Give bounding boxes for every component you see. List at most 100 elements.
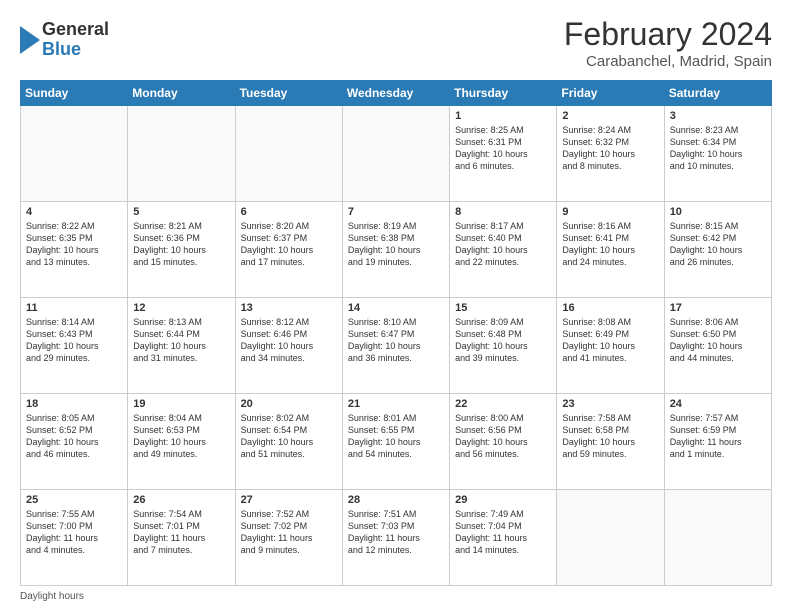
week-row-5: 25Sunrise: 7:55 AM Sunset: 7:00 PM Dayli…: [21, 490, 772, 586]
day-info: Sunrise: 8:01 AM Sunset: 6:55 PM Dayligh…: [348, 412, 444, 461]
day-info: Sunrise: 8:17 AM Sunset: 6:40 PM Dayligh…: [455, 220, 551, 269]
day-info: Sunrise: 7:52 AM Sunset: 7:02 PM Dayligh…: [241, 508, 337, 557]
header: General Blue February 2024 Carabanchel, …: [20, 16, 772, 70]
day-cell-15: 15Sunrise: 8:09 AM Sunset: 6:48 PM Dayli…: [450, 298, 557, 394]
day-number: 17: [670, 302, 766, 314]
day-info: Sunrise: 8:08 AM Sunset: 6:49 PM Dayligh…: [562, 316, 658, 365]
day-info: Sunrise: 8:05 AM Sunset: 6:52 PM Dayligh…: [26, 412, 122, 461]
day-info: Sunrise: 7:55 AM Sunset: 7:00 PM Dayligh…: [26, 508, 122, 557]
day-cell-22: 22Sunrise: 8:00 AM Sunset: 6:56 PM Dayli…: [450, 394, 557, 490]
day-cell-26: 26 Sunrise: 7:54 AM Sunset: 7:01 PM Dayli…: [128, 490, 235, 586]
day-info: Sunrise: 8:13 AM Sunset: 6:44 PM Dayligh…: [133, 316, 229, 365]
day-info: Sunrise: 8:02 AM Sunset: 6:54 PM Dayligh…: [241, 412, 337, 461]
logo-blue: Blue: [42, 40, 109, 60]
day-number: 5: [133, 206, 229, 218]
col-header-friday: Friday: [557, 81, 664, 106]
day-number: 8: [455, 206, 551, 218]
day-info: Sunrise: 7:57 AM Sunset: 6:59 PM Dayligh…: [670, 412, 766, 461]
day-info: Sunrise: 8:20 AM Sunset: 6:37 PM Dayligh…: [241, 220, 337, 269]
day-cell-2: 2 Sunrise: 8:24 AM Sunset: 6:32 PM Daylig…: [557, 106, 664, 202]
empty-cell: [557, 490, 664, 586]
day-number: 13: [241, 302, 337, 314]
col-header-sunday: Sunday: [21, 81, 128, 106]
week-row-3: 11 Sunrise: 8:14 AM Sunset: 6:43 PM Dayli…: [21, 298, 772, 394]
day-info: Sunrise: 7:58 AM Sunset: 6:58 PM Dayligh…: [562, 412, 658, 461]
page: General Blue February 2024 Carabanchel, …: [0, 0, 792, 612]
day-number: 18: [26, 398, 122, 410]
day-info: Sunrise: 8:14 AM Sunset: 6:43 PM Dayligh…: [26, 316, 122, 365]
day-number: 21: [348, 398, 444, 410]
day-cell-9: 9Sunrise: 8:16 AM Sunset: 6:41 PM Daylig…: [557, 202, 664, 298]
col-header-saturday: Saturday: [664, 81, 771, 106]
day-number: 27: [241, 494, 337, 506]
day-cell-17: 17 Sunrise: 8:06 AM Sunset: 6:50 PM Dayli…: [664, 298, 771, 394]
day-number: 16: [562, 302, 658, 314]
day-number: 14: [348, 302, 444, 314]
day-cell-3: 3 Sunrise: 8:23 AM Sunset: 6:34 PM Daylig…: [664, 106, 771, 202]
empty-cell: [342, 106, 449, 202]
empty-cell: [128, 106, 235, 202]
day-cell-13: 13 Sunrise: 8:12 AM Sunset: 6:46 PM Dayli…: [235, 298, 342, 394]
empty-cell: [235, 106, 342, 202]
day-info: Sunrise: 8:22 AM Sunset: 6:35 PM Dayligh…: [26, 220, 122, 269]
main-title: February 2024: [564, 16, 772, 53]
col-header-wednesday: Wednesday: [342, 81, 449, 106]
day-info: Sunrise: 8:00 AM Sunset: 6:56 PM Dayligh…: [455, 412, 551, 461]
day-info: Sunrise: 8:15 AM Sunset: 6:42 PM Dayligh…: [670, 220, 766, 269]
day-cell-25: 25Sunrise: 7:55 AM Sunset: 7:00 PM Dayli…: [21, 490, 128, 586]
day-number: 11: [26, 302, 122, 314]
day-number: 28: [348, 494, 444, 506]
day-info: Sunrise: 8:25 AM Sunset: 6:31 PM Dayligh…: [455, 124, 551, 173]
day-info: Sunrise: 8:10 AM Sunset: 6:47 PM Dayligh…: [348, 316, 444, 365]
day-cell-19: 19 Sunrise: 8:04 AM Sunset: 6:53 PM Dayli…: [128, 394, 235, 490]
day-cell-27: 27 Sunrise: 7:52 AM Sunset: 7:02 PM Dayli…: [235, 490, 342, 586]
day-cell-29: 29 Sunrise: 7:49 AM Sunset: 7:04 PM Dayli…: [450, 490, 557, 586]
day-cell-4: 4Sunrise: 8:22 AM Sunset: 6:35 PM Daylig…: [21, 202, 128, 298]
logo-general: General: [42, 20, 109, 40]
empty-cell: [664, 490, 771, 586]
day-info: Sunrise: 7:49 AM Sunset: 7:04 PM Dayligh…: [455, 508, 551, 557]
day-info: Sunrise: 8:21 AM Sunset: 6:36 PM Dayligh…: [133, 220, 229, 269]
day-info: Sunrise: 8:16 AM Sunset: 6:41 PM Dayligh…: [562, 220, 658, 269]
day-number: 15: [455, 302, 551, 314]
day-cell-10: 10 Sunrise: 8:15 AM Sunset: 6:42 PM Dayli…: [664, 202, 771, 298]
day-info: Sunrise: 7:51 AM Sunset: 7:03 PM Dayligh…: [348, 508, 444, 557]
calendar-header-row: SundayMondayTuesdayWednesdayThursdayFrid…: [21, 81, 772, 106]
day-cell-7: 7Sunrise: 8:19 AM Sunset: 6:38 PM Daylig…: [342, 202, 449, 298]
col-header-monday: Monday: [128, 81, 235, 106]
empty-cell: [21, 106, 128, 202]
day-cell-23: 23Sunrise: 7:58 AM Sunset: 6:58 PM Dayli…: [557, 394, 664, 490]
day-cell-5: 5 Sunrise: 8:21 AM Sunset: 6:36 PM Daylig…: [128, 202, 235, 298]
day-number: 7: [348, 206, 444, 218]
day-cell-1: 1 Sunrise: 8:25 AM Sunset: 6:31 PM Daylig…: [450, 106, 557, 202]
logo-text: General Blue: [42, 20, 109, 60]
day-number: 1: [455, 110, 551, 122]
day-number: 12: [133, 302, 229, 314]
day-number: 29: [455, 494, 551, 506]
week-row-4: 18 Sunrise: 8:05 AM Sunset: 6:52 PM Dayli…: [21, 394, 772, 490]
day-cell-14: 14 Sunrise: 8:10 AM Sunset: 6:47 PM Dayli…: [342, 298, 449, 394]
day-number: 3: [670, 110, 766, 122]
subtitle: Carabanchel, Madrid, Spain: [564, 53, 772, 70]
day-cell-11: 11 Sunrise: 8:14 AM Sunset: 6:43 PM Dayli…: [21, 298, 128, 394]
day-info: Sunrise: 7:54 AM Sunset: 7:01 PM Dayligh…: [133, 508, 229, 557]
logo-icon: [20, 26, 40, 54]
day-number: 26: [133, 494, 229, 506]
day-number: 20: [241, 398, 337, 410]
day-cell-20: 20 Sunrise: 8:02 AM Sunset: 6:54 PM Dayli…: [235, 394, 342, 490]
day-info: Sunrise: 8:12 AM Sunset: 6:46 PM Dayligh…: [241, 316, 337, 365]
day-cell-8: 8 Sunrise: 8:17 AM Sunset: 6:40 PM Daylig…: [450, 202, 557, 298]
day-number: 19: [133, 398, 229, 410]
footer-note: Daylight hours: [20, 591, 772, 602]
day-info: Sunrise: 8:06 AM Sunset: 6:50 PM Dayligh…: [670, 316, 766, 365]
day-number: 24: [670, 398, 766, 410]
day-cell-28: 28 Sunrise: 7:51 AM Sunset: 7:03 PM Dayli…: [342, 490, 449, 586]
logo: General Blue: [20, 20, 109, 60]
day-info: Sunrise: 8:04 AM Sunset: 6:53 PM Dayligh…: [133, 412, 229, 461]
day-info: Sunrise: 8:24 AM Sunset: 6:32 PM Dayligh…: [562, 124, 658, 173]
day-cell-16: 16 Sunrise: 8:08 AM Sunset: 6:49 PM Dayli…: [557, 298, 664, 394]
day-info: Sunrise: 8:23 AM Sunset: 6:34 PM Dayligh…: [670, 124, 766, 173]
calendar-table: SundayMondayTuesdayWednesdayThursdayFrid…: [20, 80, 772, 586]
day-number: 10: [670, 206, 766, 218]
day-number: 2: [562, 110, 658, 122]
